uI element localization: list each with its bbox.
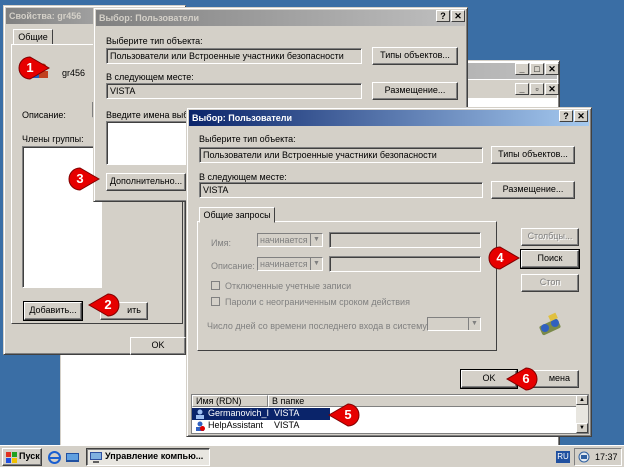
help-icon[interactable]: ? xyxy=(559,110,573,122)
location-label: В следующем месте: xyxy=(106,72,194,82)
step-badge-2: 2 xyxy=(88,293,120,317)
name-label: Имя: xyxy=(211,238,232,248)
no-expire-password-checkbox[interactable] xyxy=(211,297,220,306)
name-match-combo[interactable]: начинается ▼ xyxy=(257,233,323,247)
members-label: Члены группы: xyxy=(22,134,84,144)
inner-close-icon[interactable]: ✕ xyxy=(545,83,559,95)
clock[interactable]: 17:37 xyxy=(595,452,618,462)
select-users-back-titlebar[interactable]: Выбор: Пользователи xyxy=(96,10,465,26)
description-label: Описание: xyxy=(22,110,66,120)
windows-logo-icon xyxy=(6,452,17,463)
task-computer-management[interactable]: Управление компью... xyxy=(86,448,210,466)
scroll-up-icon[interactable]: ▲ xyxy=(576,395,588,405)
close-icon[interactable]: ✕ xyxy=(451,10,465,22)
select-users-titlebar[interactable]: Выбор: Пользователи xyxy=(189,110,589,126)
locations-button[interactable]: Размещение... xyxy=(372,82,458,100)
help-icon[interactable]: ? xyxy=(436,10,450,22)
disabled-accounts-label: Отключенные учетные записи xyxy=(225,281,352,291)
start-label: Пуск xyxy=(19,451,40,461)
results-list[interactable]: Имя (RDN) В папке Germanovich_I VISTA He… xyxy=(191,394,589,434)
inner-minimize-icon[interactable]: _ xyxy=(515,83,529,95)
maximize-icon[interactable]: □ xyxy=(530,63,544,75)
user-icon xyxy=(195,409,205,419)
ie-icon[interactable] xyxy=(48,451,61,464)
no-expire-password-label: Пароли с неограниченным сроком действия xyxy=(225,297,410,307)
search-button[interactable]: Поиск xyxy=(520,249,580,269)
chevron-down-icon[interactable]: ▼ xyxy=(310,258,322,270)
step-badge-5: 5 xyxy=(328,403,360,427)
object-types-button[interactable]: Типы объектов... xyxy=(491,146,575,164)
step-badge-4: 4 xyxy=(488,246,520,270)
advanced-button[interactable]: Дополнительно... xyxy=(106,173,186,191)
enter-names-field[interactable] xyxy=(106,121,196,165)
results-header-name[interactable]: Имя (RDN) xyxy=(192,395,268,407)
ok-button[interactable]: OK xyxy=(130,337,186,355)
close-icon[interactable]: ✕ xyxy=(545,63,559,75)
name-match-value: начинается xyxy=(260,235,308,245)
task-label: Управление компью... xyxy=(105,451,204,461)
object-type-label: Выберите тип объекта: xyxy=(199,134,296,144)
locations-button[interactable]: Размещение... xyxy=(491,181,575,199)
close-icon[interactable]: ✕ xyxy=(574,110,588,122)
object-type-field: Пользователи или Встроенные участники бе… xyxy=(106,48,362,64)
location-label: В следующем месте: xyxy=(199,172,287,182)
start-button[interactable]: Пуск xyxy=(2,448,42,466)
object-types-button[interactable]: Типы объектов... xyxy=(372,47,458,65)
language-indicator[interactable]: RU xyxy=(556,451,570,463)
result-name: Germanovich_I xyxy=(208,408,270,418)
location-field: VISTA xyxy=(106,83,362,99)
days-since-logon-combo[interactable]: ▼ xyxy=(427,317,481,331)
chevron-down-icon[interactable]: ▼ xyxy=(468,318,480,330)
description-label: Описание: xyxy=(211,261,255,271)
taskbar: Пуск Управление компью... RU 17:37 xyxy=(0,445,624,467)
chevron-down-icon[interactable]: ▼ xyxy=(310,234,322,246)
stop-button[interactable]: Стоп xyxy=(521,274,579,292)
search-binoculars-icon xyxy=(537,310,563,336)
system-tray: 17:37 xyxy=(574,448,622,466)
result-folder: VISTA xyxy=(274,408,300,418)
add-button[interactable]: Добавить... xyxy=(23,301,83,321)
days-since-logon-label: Число дней со времени последнего входа в… xyxy=(207,321,430,331)
description-field[interactable] xyxy=(329,256,481,272)
description-match-combo[interactable]: начинается ▼ xyxy=(257,257,323,271)
step-badge-6: 6 xyxy=(506,367,538,391)
table-row[interactable]: HelpAssistant VISTA xyxy=(192,420,330,432)
scroll-down-icon[interactable]: ▼ xyxy=(576,423,588,433)
inner-restore-icon[interactable]: ▫ xyxy=(530,83,544,95)
object-type-field: Пользователи или Встроенные участники бе… xyxy=(199,147,483,163)
name-field[interactable] xyxy=(329,232,481,248)
result-folder: VISTA xyxy=(274,420,300,430)
disabled-user-icon xyxy=(195,421,205,431)
tab-common-queries[interactable]: Общие запросы xyxy=(199,207,275,223)
enter-names-label: Введите имена выбр xyxy=(106,110,194,120)
network-icon[interactable] xyxy=(578,451,590,463)
object-type-label: Выберите тип объекта: xyxy=(106,36,203,46)
step-badge-3: 3 xyxy=(68,167,100,191)
results-header-folder[interactable]: В папке xyxy=(268,395,584,407)
computer-icon xyxy=(90,452,102,463)
group-name-label: gr456 xyxy=(62,68,86,78)
location-field: VISTA xyxy=(199,182,483,198)
show-desktop-icon[interactable] xyxy=(66,451,79,464)
minimize-icon[interactable]: _ xyxy=(515,63,529,75)
result-name: HelpAssistant xyxy=(208,420,264,430)
table-row[interactable]: Germanovich_I VISTA xyxy=(192,408,330,420)
tab-general[interactable]: Общие xyxy=(13,29,53,45)
results-scrollbar[interactable]: ▲ ▼ xyxy=(576,395,588,433)
disabled-accounts-checkbox[interactable] xyxy=(211,281,220,290)
description-match-value: начинается xyxy=(260,259,308,269)
columns-button[interactable]: Столбцы... xyxy=(521,228,579,246)
step-badge-1: 1 xyxy=(18,56,50,80)
